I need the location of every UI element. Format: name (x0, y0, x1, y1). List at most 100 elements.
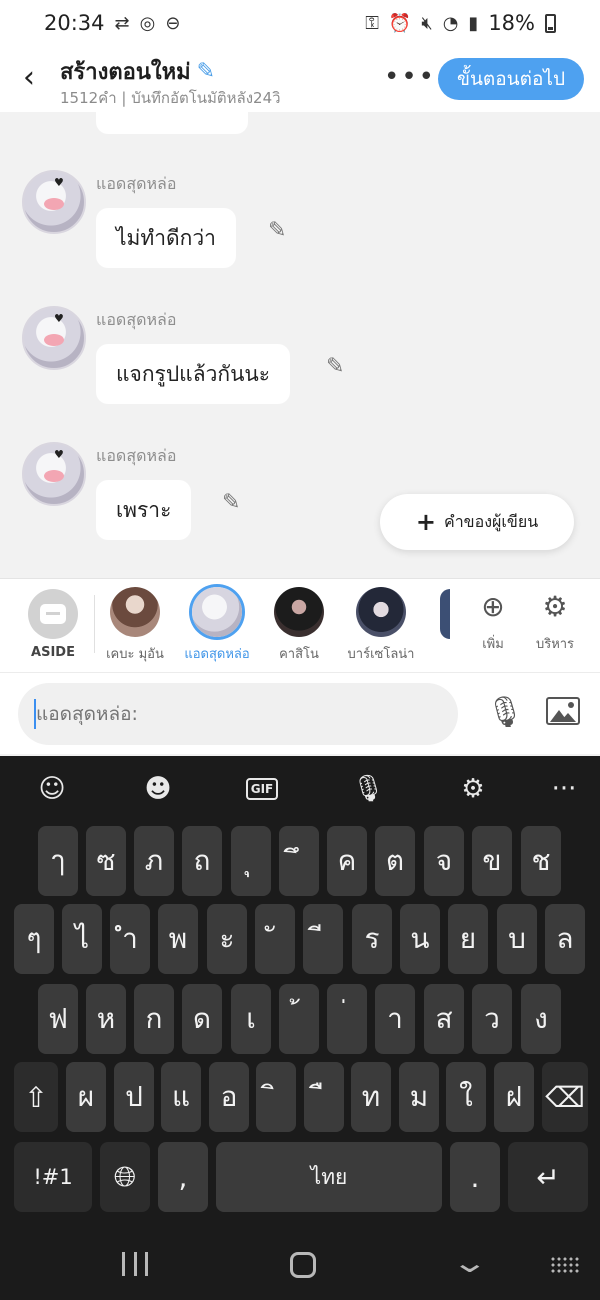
avatar[interactable]: ♥ (22, 170, 86, 234)
key[interactable]: ส (424, 984, 464, 1054)
message-bubble[interactable]: แจกรูปแล้วกันนะ (96, 344, 291, 404)
key[interactable]: ง (521, 984, 561, 1054)
key[interactable]: ฝ (494, 1062, 534, 1132)
key[interactable]: ท (351, 1062, 391, 1132)
key[interactable]: ข (472, 826, 512, 896)
image-icon[interactable] (546, 697, 580, 725)
manage-label: บริหาร (535, 637, 575, 652)
key[interactable]: ต (375, 826, 415, 896)
pencil-icon[interactable]: ✎ (197, 59, 215, 84)
sticker-icon[interactable]: ☻ (128, 764, 188, 814)
home-icon[interactable] (290, 1252, 316, 1278)
backspace-key[interactable]: ⌫ (542, 1062, 588, 1132)
character-item[interactable]: เคบะ มุอัน (95, 587, 175, 664)
key[interactable]: ุ (231, 826, 271, 896)
blush-shape (44, 334, 64, 346)
key[interactable]: จ (424, 826, 464, 896)
back-button[interactable]: ‹ (14, 60, 44, 95)
keyboard-more-icon[interactable]: ··· (534, 764, 594, 814)
key[interactable]: ก (134, 984, 174, 1054)
key[interactable]: ฟ (38, 984, 78, 1054)
message-bubble[interactable]: เพราะ (96, 480, 192, 540)
blush-shape (44, 198, 64, 210)
message-input[interactable] (18, 683, 458, 745)
key[interactable]: ื (304, 1062, 344, 1132)
edit-pencil-icon[interactable]: ✎ (222, 490, 240, 515)
key[interactable]: ย (448, 904, 488, 974)
author-note-label: คำของผู้เขียน (443, 511, 539, 531)
character-name: แอดสุดหล่อ (184, 647, 250, 662)
recent-apps-icon[interactable] (122, 1252, 148, 1276)
key[interactable]: ้ (279, 984, 319, 1054)
enter-key[interactable]: ↵ (508, 1142, 588, 1212)
shift-key[interactable]: ⇧ (14, 1062, 58, 1132)
aside-button[interactable] (28, 589, 78, 639)
edit-pencil-icon[interactable]: ✎ (268, 218, 286, 243)
avatar[interactable]: ♥ (22, 306, 86, 370)
key[interactable]: ม (399, 1062, 439, 1132)
key[interactable]: ป (114, 1062, 154, 1132)
key[interactable]: ะ (207, 904, 247, 974)
voice-input-icon[interactable]: 🎙︎ (338, 764, 398, 814)
comma-key[interactable]: , (158, 1142, 208, 1212)
manage-characters-button[interactable]: ⚙ บริหาร (525, 589, 585, 654)
next-step-button[interactable]: ขั้นตอนต่อไป (438, 58, 584, 100)
emoji-icon[interactable]: ☺ (22, 764, 82, 814)
character-item-selected[interactable]: แอดสุดหล่อ (177, 587, 257, 664)
character-item[interactable]: บาร์เซโลน่า (341, 587, 421, 664)
previous-message-bubble[interactable] (96, 112, 248, 134)
page-title[interactable]: สร้างตอนใหม่ ✎ (60, 54, 215, 89)
key[interactable]: ภ (134, 826, 174, 896)
key[interactable]: แ (161, 1062, 201, 1132)
key[interactable]: ิ (256, 1062, 296, 1132)
add-character-button[interactable]: ⊕ เพิ่ม (463, 589, 523, 654)
key[interactable]: ำ (110, 904, 150, 974)
keyboard-settings-icon[interactable]: ⚙ (443, 764, 503, 814)
avatar-partial[interactable] (440, 589, 450, 639)
chat-message[interactable]: ♥ แอดสุดหล่อ ไม่ทำดีกว่า ✎ (22, 170, 522, 290)
key[interactable]: ั (255, 904, 295, 974)
key[interactable]: ๅ (38, 826, 78, 896)
keyboard-switch-icon[interactable] (550, 1256, 580, 1274)
key[interactable]: ว (472, 984, 512, 1054)
key[interactable]: ร (352, 904, 392, 974)
key[interactable]: ใ (446, 1062, 486, 1132)
key[interactable]: ไ (62, 904, 102, 974)
message-bubble[interactable]: ไม่ทำดีกว่า (96, 208, 236, 268)
key[interactable]: ผ (66, 1062, 106, 1132)
avatar[interactable]: ♥ (22, 442, 86, 506)
key[interactable]: ช (521, 826, 561, 896)
key[interactable]: ี (303, 904, 343, 974)
chevron-down-icon[interactable]: ⌄ (451, 1246, 489, 1279)
editor-header: ‹ สร้างตอนใหม่ ✎ 1512คำ | บันทึกอัตโนมัต… (0, 46, 600, 112)
edit-pencil-icon[interactable]: ✎ (326, 354, 344, 379)
key[interactable]: เ (231, 984, 271, 1054)
character-item[interactable]: คาสิโน (259, 587, 339, 664)
key[interactable]: ึ (279, 826, 319, 896)
key[interactable]: ๆ (14, 904, 54, 974)
chat-area[interactable]: ♥ แอดสุดหล่อ ไม่ทำดีกว่า ✎ ♥ แอดสุดหล่อ … (0, 112, 600, 578)
symbols-key[interactable]: !#1 (14, 1142, 92, 1212)
key[interactable]: ด (182, 984, 222, 1054)
microphone-icon[interactable]: 🎙︎ (486, 695, 524, 730)
key[interactable]: ค (327, 826, 367, 896)
more-options-icon[interactable]: ••• (384, 62, 436, 92)
space-key[interactable]: ไทย (216, 1142, 442, 1212)
text-cursor (34, 699, 36, 729)
key[interactable]: ถ (182, 826, 222, 896)
key[interactable]: ่ (327, 984, 367, 1054)
language-key[interactable]: 🌐︎ (100, 1142, 150, 1212)
key[interactable]: พ (158, 904, 198, 974)
key[interactable]: บ (497, 904, 537, 974)
add-author-note-button[interactable]: + คำของผู้เขียน (380, 494, 574, 550)
key[interactable]: า (375, 984, 415, 1054)
period-key[interactable]: . (450, 1142, 500, 1212)
key[interactable]: น (400, 904, 440, 974)
gif-icon[interactable]: GIF (232, 764, 292, 814)
blush-shape (44, 470, 64, 482)
chat-message[interactable]: ♥ แอดสุดหล่อ แจกรูปแล้วกันนะ ✎ (22, 306, 522, 426)
key[interactable]: อ (209, 1062, 249, 1132)
key[interactable]: ซ (86, 826, 126, 896)
key[interactable]: ห (86, 984, 126, 1054)
key[interactable]: ล (545, 904, 585, 974)
